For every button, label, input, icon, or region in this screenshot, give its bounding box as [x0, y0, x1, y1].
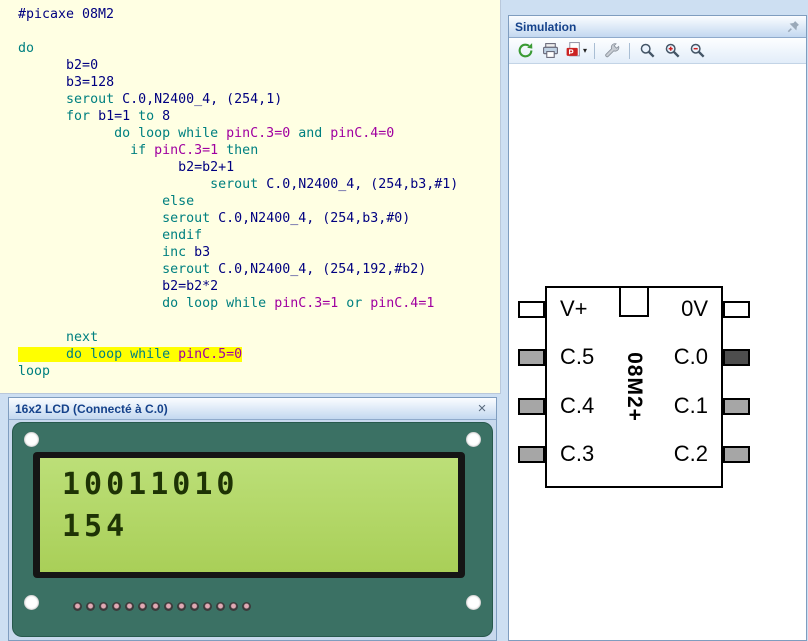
chip-pin-label-C.1: C.1	[673, 393, 708, 418]
lcd-screen: 10011010 154	[40, 458, 458, 572]
lcd-line-1: 10011010	[62, 467, 239, 502]
chip-pin-C.2[interactable]	[723, 446, 750, 463]
zoom-in-icon[interactable]	[661, 41, 683, 61]
lcd-pin-pad	[190, 602, 199, 611]
lcd-pin-pad	[242, 602, 251, 611]
code-line: loop	[18, 364, 51, 379]
code-line: serout C.0,N2400_4, (254,b3,#1)	[210, 177, 459, 192]
chip-pin-C.5[interactable]	[518, 349, 545, 366]
mounting-hole-icon	[466, 595, 481, 610]
code-line: inc b3	[162, 245, 211, 260]
chip-pin-label-C.5: C.5	[560, 344, 595, 369]
lcd-pin-pad	[203, 602, 212, 611]
lcd-pin-pad	[73, 602, 82, 611]
code-editor[interactable]: #picaxe 08M2 do b2=0 b3=128 serout C.0,N2…	[0, 0, 501, 394]
code-line: b2=0	[66, 58, 99, 73]
simulation-panel: Simulation ▾ 08M2+ V+ C.5 C.4 C.3 0V C.0 C.1 C.…	[508, 15, 807, 641]
simulation-toolbar: ▾	[509, 38, 806, 64]
chip-pin-label-C.4: C.4	[560, 393, 595, 418]
lcd-pin-pad	[151, 602, 160, 611]
lcd-body: 10011010 154	[9, 420, 496, 640]
lcd-pin-pad	[216, 602, 225, 611]
chip-pin-label-C.3: C.3	[560, 441, 595, 466]
lcd-pin-pad	[99, 602, 108, 611]
chip-pin-V+[interactable]	[518, 301, 545, 318]
code-line: if pinC.3=1 then	[130, 143, 259, 158]
code-line: next	[66, 330, 99, 345]
lcd-pin-pad	[229, 602, 238, 611]
chip-pin-C.0[interactable]	[723, 349, 750, 366]
chip-pin-label-0V: 0V	[681, 296, 708, 321]
lcd-line-2: 154	[62, 509, 129, 544]
code-line: else	[162, 194, 195, 209]
export-pdf-icon[interactable]: ▾	[564, 41, 588, 61]
chip-pin-label-C.2: C.2	[673, 441, 708, 466]
code-line-current: do loop while pinC.5=0	[0, 346, 500, 363]
chip-notch-icon	[619, 286, 649, 317]
lcd-module: 10011010 154	[12, 422, 493, 637]
tools-icon[interactable]	[601, 41, 623, 61]
lcd-pin-pad	[138, 602, 147, 611]
code-line: serout C.0,N2400_4, (254,192,#b2)	[162, 262, 427, 277]
simulation-canvas: 08M2+ V+ C.5 C.4 C.3 0V C.0 C.1 C.2	[509, 64, 806, 640]
zoom-out-icon[interactable]	[686, 41, 708, 61]
mounting-hole-icon	[24, 595, 39, 610]
mounting-hole-icon	[466, 432, 481, 447]
lcd-panel-header: 16x2 LCD (Connecté à C.0) ×	[9, 398, 496, 420]
chip-pin-0V[interactable]	[723, 301, 750, 318]
code-line: b2=b2+1	[178, 160, 235, 175]
dropdown-arrow-icon[interactable]: ▾	[583, 46, 587, 55]
chip-pin-label-V+: V+	[560, 296, 588, 321]
code-line: do loop while pinC.3=1 or pinC.4=1	[162, 296, 435, 311]
code-line: serout C.0,N2400_4, (254,1)	[66, 92, 283, 107]
code-line: do	[18, 41, 35, 56]
chip-pin-C.4[interactable]	[518, 398, 545, 415]
toolbar-separator	[594, 42, 596, 59]
picaxe-editor-window: { "editor": { "lines": [ {"indent":0,"se…	[0, 0, 808, 641]
simulate-icon[interactable]	[514, 41, 536, 61]
lcd-bezel: 10011010 154	[33, 452, 465, 578]
code-lines: #picaxe 08M2 do b2=0 b3=128 serout C.0,N2…	[0, 0, 500, 380]
code-line: #picaxe 08M2	[18, 7, 115, 22]
lcd-pin-pad	[86, 602, 95, 611]
lcd-pins	[73, 602, 251, 611]
simulation-panel-header: Simulation	[509, 16, 806, 38]
zoom-icon[interactable]	[636, 41, 658, 61]
mounting-hole-icon	[24, 432, 39, 447]
chip-pin-label-C.0: C.0	[673, 344, 708, 369]
lcd-pin-pad	[177, 602, 186, 611]
lcd-panel: 16x2 LCD (Connecté à C.0) × 10011010 154	[8, 397, 497, 641]
close-icon[interactable]: ×	[474, 401, 490, 416]
lcd-pin-pad	[125, 602, 134, 611]
code-line: for b1=1 to 8	[66, 109, 171, 124]
simulation-panel-title: Simulation	[515, 19, 577, 34]
auto-hide-pin-icon[interactable]	[787, 20, 800, 33]
lcd-panel-title: 16x2 LCD (Connecté à C.0)	[15, 401, 168, 416]
code-line: b3=128	[66, 75, 115, 90]
print-icon[interactable]	[539, 41, 561, 61]
chip: 08M2+ V+ C.5 C.4 C.3 0V C.0 C.1 C.2	[518, 286, 750, 488]
lcd-pin-pad	[112, 602, 121, 611]
chip-label: 08M2+	[623, 352, 646, 422]
chip-pin-C.1[interactable]	[723, 398, 750, 415]
lcd-pin-pad	[164, 602, 173, 611]
code-line: b2=b2*2	[162, 279, 219, 294]
toolbar-separator	[629, 42, 631, 59]
code-line: endif	[162, 228, 203, 243]
code-line: do loop while pinC.3=0 and pinC.4=0	[114, 126, 395, 141]
chip-pin-C.3[interactable]	[518, 446, 545, 463]
code-line: serout C.0,N2400_4, (254,b3,#0)	[162, 211, 411, 226]
